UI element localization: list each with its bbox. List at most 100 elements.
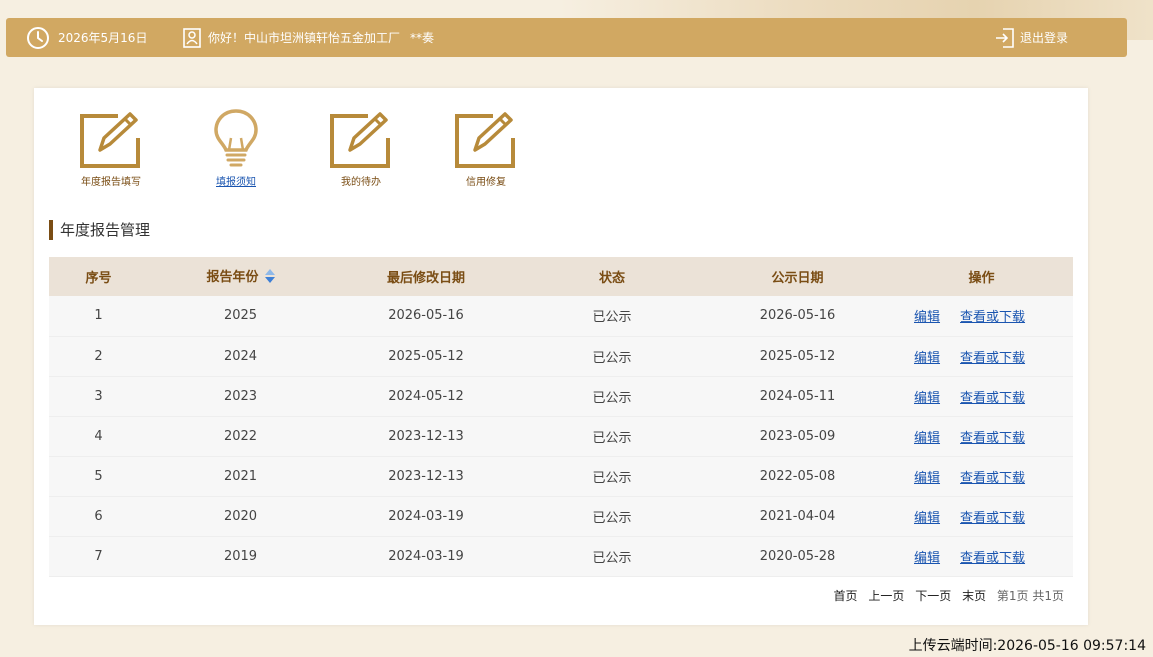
cell-index: 6 (49, 496, 148, 537)
edit-link[interactable]: 编辑 (914, 391, 940, 406)
quick-link-my-todo[interactable]: 我的待办 (309, 108, 413, 188)
cell-publish-date: 2021-04-04 (705, 496, 890, 537)
table-row: 6 2020 2024-03-19 已公示 2021-04-04 编辑 查看或下载 (49, 496, 1073, 537)
edit-link[interactable]: 编辑 (914, 551, 940, 566)
cell-publish-date: 2026-05-16 (705, 296, 890, 337)
edit-link[interactable]: 编辑 (914, 431, 940, 446)
table-row: 2 2024 2025-05-12 已公示 2025-05-12 编辑 查看或下载 (49, 336, 1073, 377)
table-row: 3 2023 2024-05-12 已公示 2024-05-11 编辑 查看或下载 (49, 376, 1073, 417)
cell-modified: 2023-12-13 (333, 416, 519, 457)
table-row: 7 2019 2024-03-19 已公示 2020-05-28 编辑 查看或下载 (49, 536, 1073, 577)
column-header-modified: 最后修改日期 (333, 257, 519, 296)
cell-modified: 2024-03-19 (333, 536, 519, 577)
pager-first[interactable]: 首页 (834, 589, 858, 603)
cell-index: 3 (49, 376, 148, 417)
pager-last[interactable]: 末页 (962, 589, 986, 603)
cell-modified: 2026-05-16 (333, 296, 519, 337)
quick-link-label: 信用修复 (466, 177, 506, 188)
cell-actions: 编辑 查看或下载 (890, 496, 1073, 537)
view-download-link[interactable]: 查看或下载 (960, 310, 1025, 325)
column-header-actions: 操作 (890, 257, 1073, 296)
quick-link-instructions[interactable]: 填报须知 (184, 108, 288, 188)
date-display: 2026年5月16日 (26, 18, 147, 57)
cell-actions: 编辑 查看或下载 (890, 376, 1073, 417)
edit-link[interactable]: 编辑 (914, 511, 940, 526)
cell-index: 2 (49, 336, 148, 377)
cell-status: 已公示 (519, 296, 705, 337)
edit-icon (59, 108, 163, 170)
cell-index: 1 (49, 296, 148, 337)
cell-publish-date: 2022-05-08 (705, 456, 890, 497)
view-download-link[interactable]: 查看或下载 (960, 351, 1025, 366)
logout-icon (994, 27, 1016, 49)
quick-link-label: 我的待办 (341, 177, 381, 188)
cell-publish-date: 2020-05-28 (705, 536, 890, 577)
user-name: **奏 (410, 31, 435, 45)
column-header-year-label: 报告年份 (206, 270, 259, 286)
table-row: 5 2021 2023-12-13 已公示 2022-05-08 编辑 查看或下载 (49, 456, 1073, 497)
column-header-index: 序号 (49, 257, 148, 296)
cell-actions: 编辑 查看或下载 (890, 456, 1073, 497)
cell-actions: 编辑 查看或下载 (890, 296, 1073, 337)
annual-report-table: 序号 报告年份 最后修改日期 状态 公示日期 操作 1 2025 2026-05… (49, 257, 1073, 577)
cell-status: 已公示 (519, 416, 705, 457)
cell-year: 2021 (148, 456, 333, 497)
cell-modified: 2024-05-12 (333, 376, 519, 417)
section-title: 年度报告管理 (49, 220, 150, 240)
pager-prev[interactable]: 上一页 (868, 589, 904, 603)
cell-modified: 2023-12-13 (333, 456, 519, 497)
cell-modified: 2025-05-12 (333, 336, 519, 377)
quick-link-label: 填报须知 (216, 177, 256, 188)
edit-link[interactable]: 编辑 (914, 310, 940, 325)
cell-actions: 编辑 查看或下载 (890, 536, 1073, 577)
quick-link-annual-report[interactable]: 年度报告填写 (59, 108, 163, 188)
view-download-link[interactable]: 查看或下载 (960, 431, 1025, 446)
greeting-text: 你好！中山市坦洲镇轩怡五金加工厂 (208, 31, 401, 45)
edit-link[interactable]: 编辑 (914, 351, 940, 366)
cell-status: 已公示 (519, 376, 705, 417)
cell-year: 2020 (148, 496, 333, 537)
table-row: 1 2025 2026-05-16 已公示 2026-05-16 编辑 查看或下载 (49, 296, 1073, 337)
cell-actions: 编辑 查看或下载 (890, 416, 1073, 457)
main-panel: 年度报告填写 填报须知 我的待办 信用修复 年度报告管理 序号 报告年份 最后修… (34, 88, 1088, 625)
cell-year: 2024 (148, 336, 333, 377)
cell-publish-date: 2023-05-09 (705, 416, 890, 457)
cell-publish-date: 2025-05-12 (705, 336, 890, 377)
cell-status: 已公示 (519, 456, 705, 497)
lightbulb-icon (184, 108, 288, 170)
pager-info: 第1页 共1页 (996, 589, 1064, 603)
cell-index: 7 (49, 536, 148, 577)
cell-status: 已公示 (519, 536, 705, 577)
view-download-link[interactable]: 查看或下载 (960, 551, 1025, 566)
pager-next[interactable]: 下一页 (915, 589, 951, 603)
view-download-link[interactable]: 查看或下载 (960, 471, 1025, 486)
view-download-link[interactable]: 查看或下载 (960, 391, 1025, 406)
logout-button[interactable]: 退出登录 (994, 18, 1068, 57)
logout-label: 退出登录 (1020, 31, 1069, 45)
cell-actions: 编辑 查看或下载 (890, 336, 1073, 377)
sort-icon[interactable] (264, 268, 275, 287)
cell-index: 4 (49, 416, 148, 457)
column-header-year[interactable]: 报告年份 (148, 257, 333, 296)
cell-year: 2023 (148, 376, 333, 417)
column-header-status: 状态 (519, 257, 705, 296)
greeting: 你好！中山市坦洲镇轩怡五金加工厂 **奏 (182, 18, 434, 57)
cell-status: 已公示 (519, 496, 705, 537)
cell-index: 5 (49, 456, 148, 497)
top-bar: 2026年5月16日 你好！中山市坦洲镇轩怡五金加工厂 **奏 退出登录 (6, 18, 1127, 57)
quick-link-label: 年度报告填写 (81, 177, 141, 188)
cell-year: 2019 (148, 536, 333, 577)
edit-link[interactable]: 编辑 (914, 471, 940, 486)
table-row: 4 2022 2023-12-13 已公示 2023-05-09 编辑 查看或下载 (49, 416, 1073, 457)
cell-year: 2025 (148, 296, 333, 337)
quick-link-credit-repair[interactable]: 信用修复 (434, 108, 538, 188)
upload-timestamp: 上传云端时间:2026-05-16 09:57:14 (908, 638, 1146, 654)
cell-year: 2022 (148, 416, 333, 457)
view-download-link[interactable]: 查看或下载 (960, 511, 1025, 526)
pagination: 首页 上一页 下一页 末页 第1页 共1页 (827, 587, 1064, 604)
cell-modified: 2024-03-19 (333, 496, 519, 537)
user-badge-icon (182, 27, 202, 49)
table-header-row: 序号 报告年份 最后修改日期 状态 公示日期 操作 (49, 257, 1073, 296)
current-date: 2026年5月16日 (58, 31, 148, 45)
column-header-publish-date: 公示日期 (705, 257, 890, 296)
